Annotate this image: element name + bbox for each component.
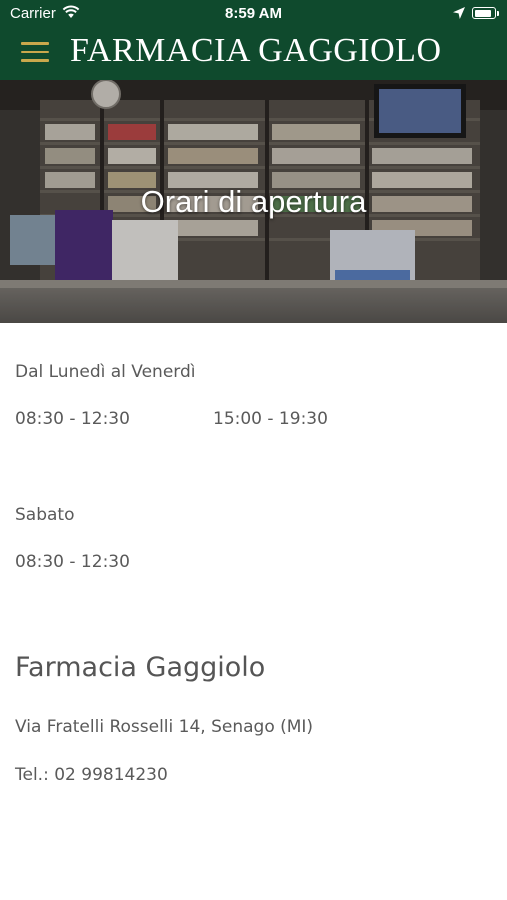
app-header: Carrier 8:59 AM FARMACIA GAGGIOLO [0,0,507,80]
saturday-morning-hours: 08:30 - 12:30 [15,552,130,572]
saturday-label: Sabato [15,505,75,525]
hero-banner: Orari di apertura [0,80,507,323]
app-title: FARMACIA GAGGIOLO [70,32,442,69]
hero-title: Orari di apertura [140,184,367,219]
weekdays-morning-hours: 08:30 - 12:30 [15,409,130,429]
battery-level [474,9,492,17]
location-arrow-icon [453,7,465,19]
pharmacy-name: Farmacia Gaggiolo [15,652,266,683]
pharmacy-phone[interactable]: Tel.: 02 99814230 [15,765,168,785]
weekdays-afternoon-hours: 15:00 - 19:30 [213,409,328,429]
weekdays-label: Dal Lunedì al Venerdì [15,362,196,382]
hamburger-icon[interactable] [21,42,49,62]
pharmacy-address[interactable]: Via Fratelli Rosselli 14, Senago (MI) [15,717,313,737]
status-time: 8:59 AM [225,5,282,22]
status-bar: Carrier 8:59 AM [0,0,507,28]
battery-icon [472,7,499,19]
